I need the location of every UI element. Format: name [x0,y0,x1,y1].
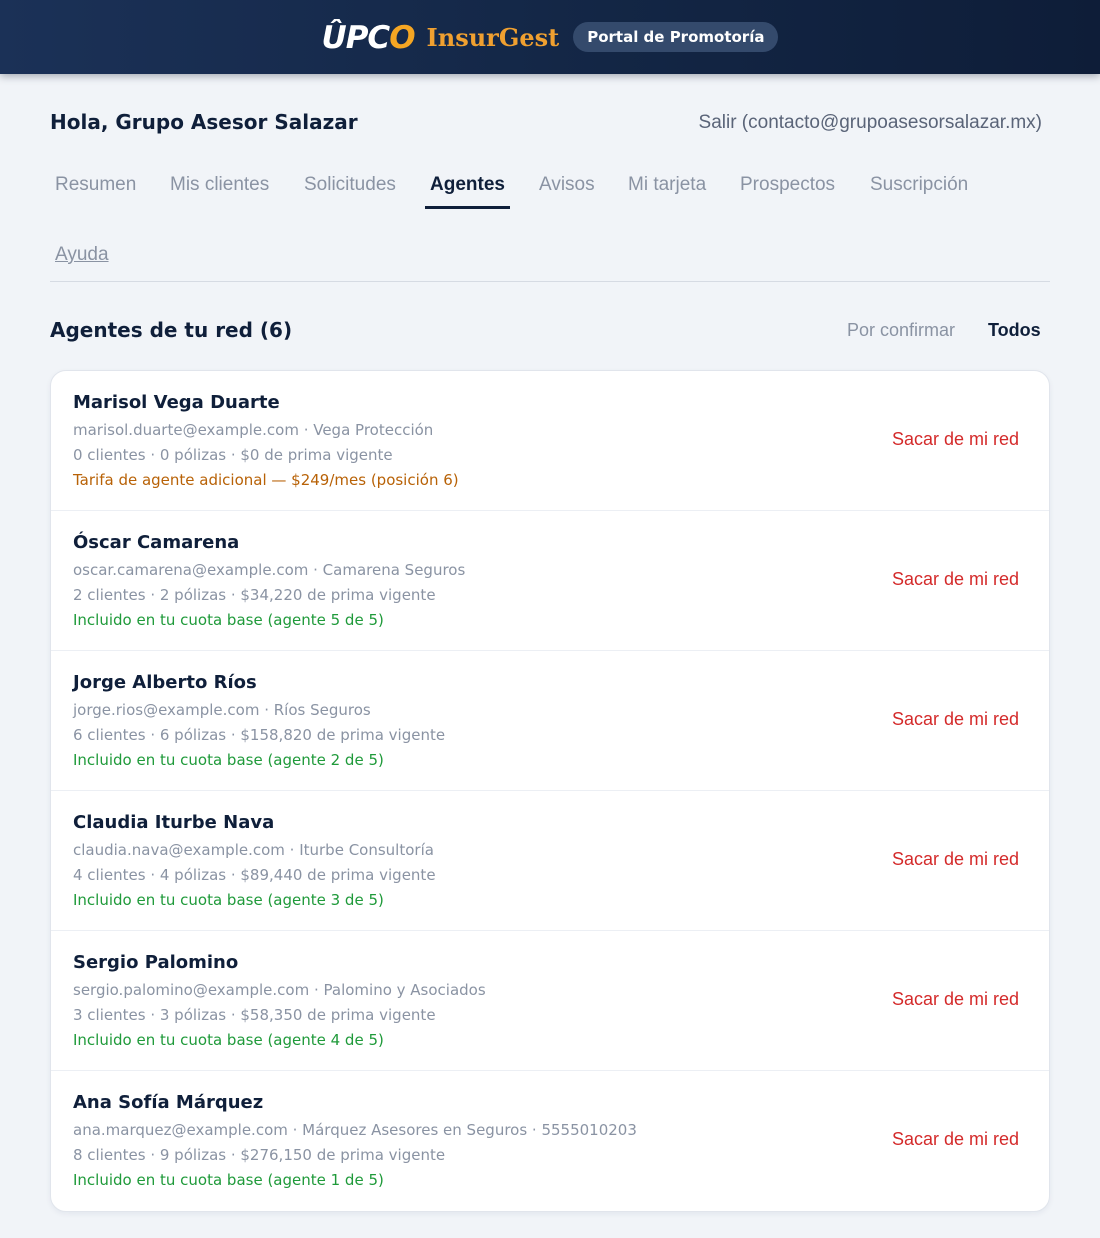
agent-contact: ana.marquez@example.com · Márquez Asesor… [73,1121,637,1139]
app-name: InsurGest [426,22,560,52]
remove-from-network-button[interactable]: Sacar de mi red [892,1129,1019,1150]
remove-from-network-button[interactable]: Sacar de mi red [892,989,1019,1010]
agent-contact: sergio.palomino@example.com · Palomino y… [73,981,486,999]
agent-row: Marisol Vega Duarte marisol.duarte@examp… [51,371,1049,511]
tab-suscripcion[interactable]: Suscripción [865,166,973,206]
agent-billing: Incluido en tu cuota base (agente 3 de 5… [73,891,384,909]
greeting: Hola, Grupo Asesor Salazar [50,110,358,134]
agent-billing: Incluido en tu cuota base (agente 5 de 5… [73,611,384,629]
filter-todos[interactable]: Todos [988,320,1041,341]
agent-stats: 6 clientes · 6 pólizas · $158,820 de pri… [73,726,446,744]
top-bar: ÛPCO InsurGest Portal de Promotoría [0,0,1100,74]
tab-resumen[interactable]: Resumen [50,166,141,206]
agent-billing: Tarifa de agente adicional — $249/mes (p… [73,471,459,489]
agent-contact: marisol.duarte@example.com · Vega Protec… [73,421,434,439]
agent-stats: 3 clientes · 3 pólizas · $58,350 de prim… [73,1006,436,1024]
tab-mi-tarjeta[interactable]: Mi tarjeta [623,166,711,206]
logout-link[interactable]: Salir (contacto@grupoasesorsalazar.mx) [699,112,1042,134]
agent-row: Óscar Camarena oscar.camarena@example.co… [51,511,1049,651]
agent-row: Sergio Palomino sergio.palomino@example.… [51,931,1049,1071]
tab-solicitudes[interactable]: Solicitudes [299,166,401,206]
tab-avisos[interactable]: Avisos [534,166,600,206]
agent-row: Jorge Alberto Ríos jorge.rios@example.co… [51,651,1049,791]
upco-logo: ÛPCO [321,20,416,56]
agent-stats: 8 clientes · 9 pólizas · $276,150 de pri… [73,1146,446,1164]
agent-contact: claudia.nava@example.com · Iturbe Consul… [73,841,434,859]
section-title: Agentes de tu red (6) [50,318,293,342]
agent-contact: jorge.rios@example.com · Ríos Seguros [73,701,371,719]
remove-from-network-button[interactable]: Sacar de mi red [892,849,1019,870]
agent-contact: oscar.camarena@example.com · Camarena Se… [73,561,466,579]
tab-mis-clientes[interactable]: Mis clientes [165,166,274,206]
remove-from-network-button[interactable]: Sacar de mi red [892,429,1019,450]
tab-agentes[interactable]: Agentes [425,166,510,209]
portal-badge: Portal de Promotoría [573,22,779,52]
agent-name: Marisol Vega Duarte [73,392,280,413]
brand[interactable]: ÛPCO InsurGest Portal de Promotoría [321,19,779,56]
agent-billing: Incluido en tu cuota base (agente 4 de 5… [73,1031,384,1049]
agent-row: Claudia Iturbe Nava claudia.nava@example… [51,791,1049,931]
agent-stats: 4 clientes · 4 pólizas · $89,440 de prim… [73,866,436,884]
filter-por-confirmar[interactable]: Por confirmar [847,320,955,341]
agent-row: Ana Sofía Márquez ana.marquez@example.co… [51,1071,1049,1211]
agent-stats: 0 clientes · 0 pólizas · $0 de prima vig… [73,446,393,464]
remove-from-network-button[interactable]: Sacar de mi red [892,709,1019,730]
tabs-divider [50,281,1050,282]
remove-from-network-button[interactable]: Sacar de mi red [892,569,1019,590]
agent-name: Sergio Palomino [73,952,239,973]
agent-billing: Incluido en tu cuota base (agente 2 de 5… [73,751,384,769]
agent-name: Óscar Camarena [73,532,240,553]
agent-stats: 2 clientes · 2 pólizas · $34,220 de prim… [73,586,436,604]
agent-name: Jorge Alberto Ríos [73,672,257,693]
agents-list: Marisol Vega Duarte marisol.duarte@examp… [50,370,1050,1212]
agent-billing: Incluido en tu cuota base (agente 1 de 5… [73,1171,384,1189]
logo-prefix: ÛPC [321,20,391,56]
tab-prospectos[interactable]: Prospectos [735,166,840,206]
agent-name: Claudia Iturbe Nava [73,812,275,833]
tab-ayuda[interactable]: Ayuda [50,236,114,276]
logo-o: O [389,20,415,56]
agent-name: Ana Sofía Márquez [73,1092,264,1113]
